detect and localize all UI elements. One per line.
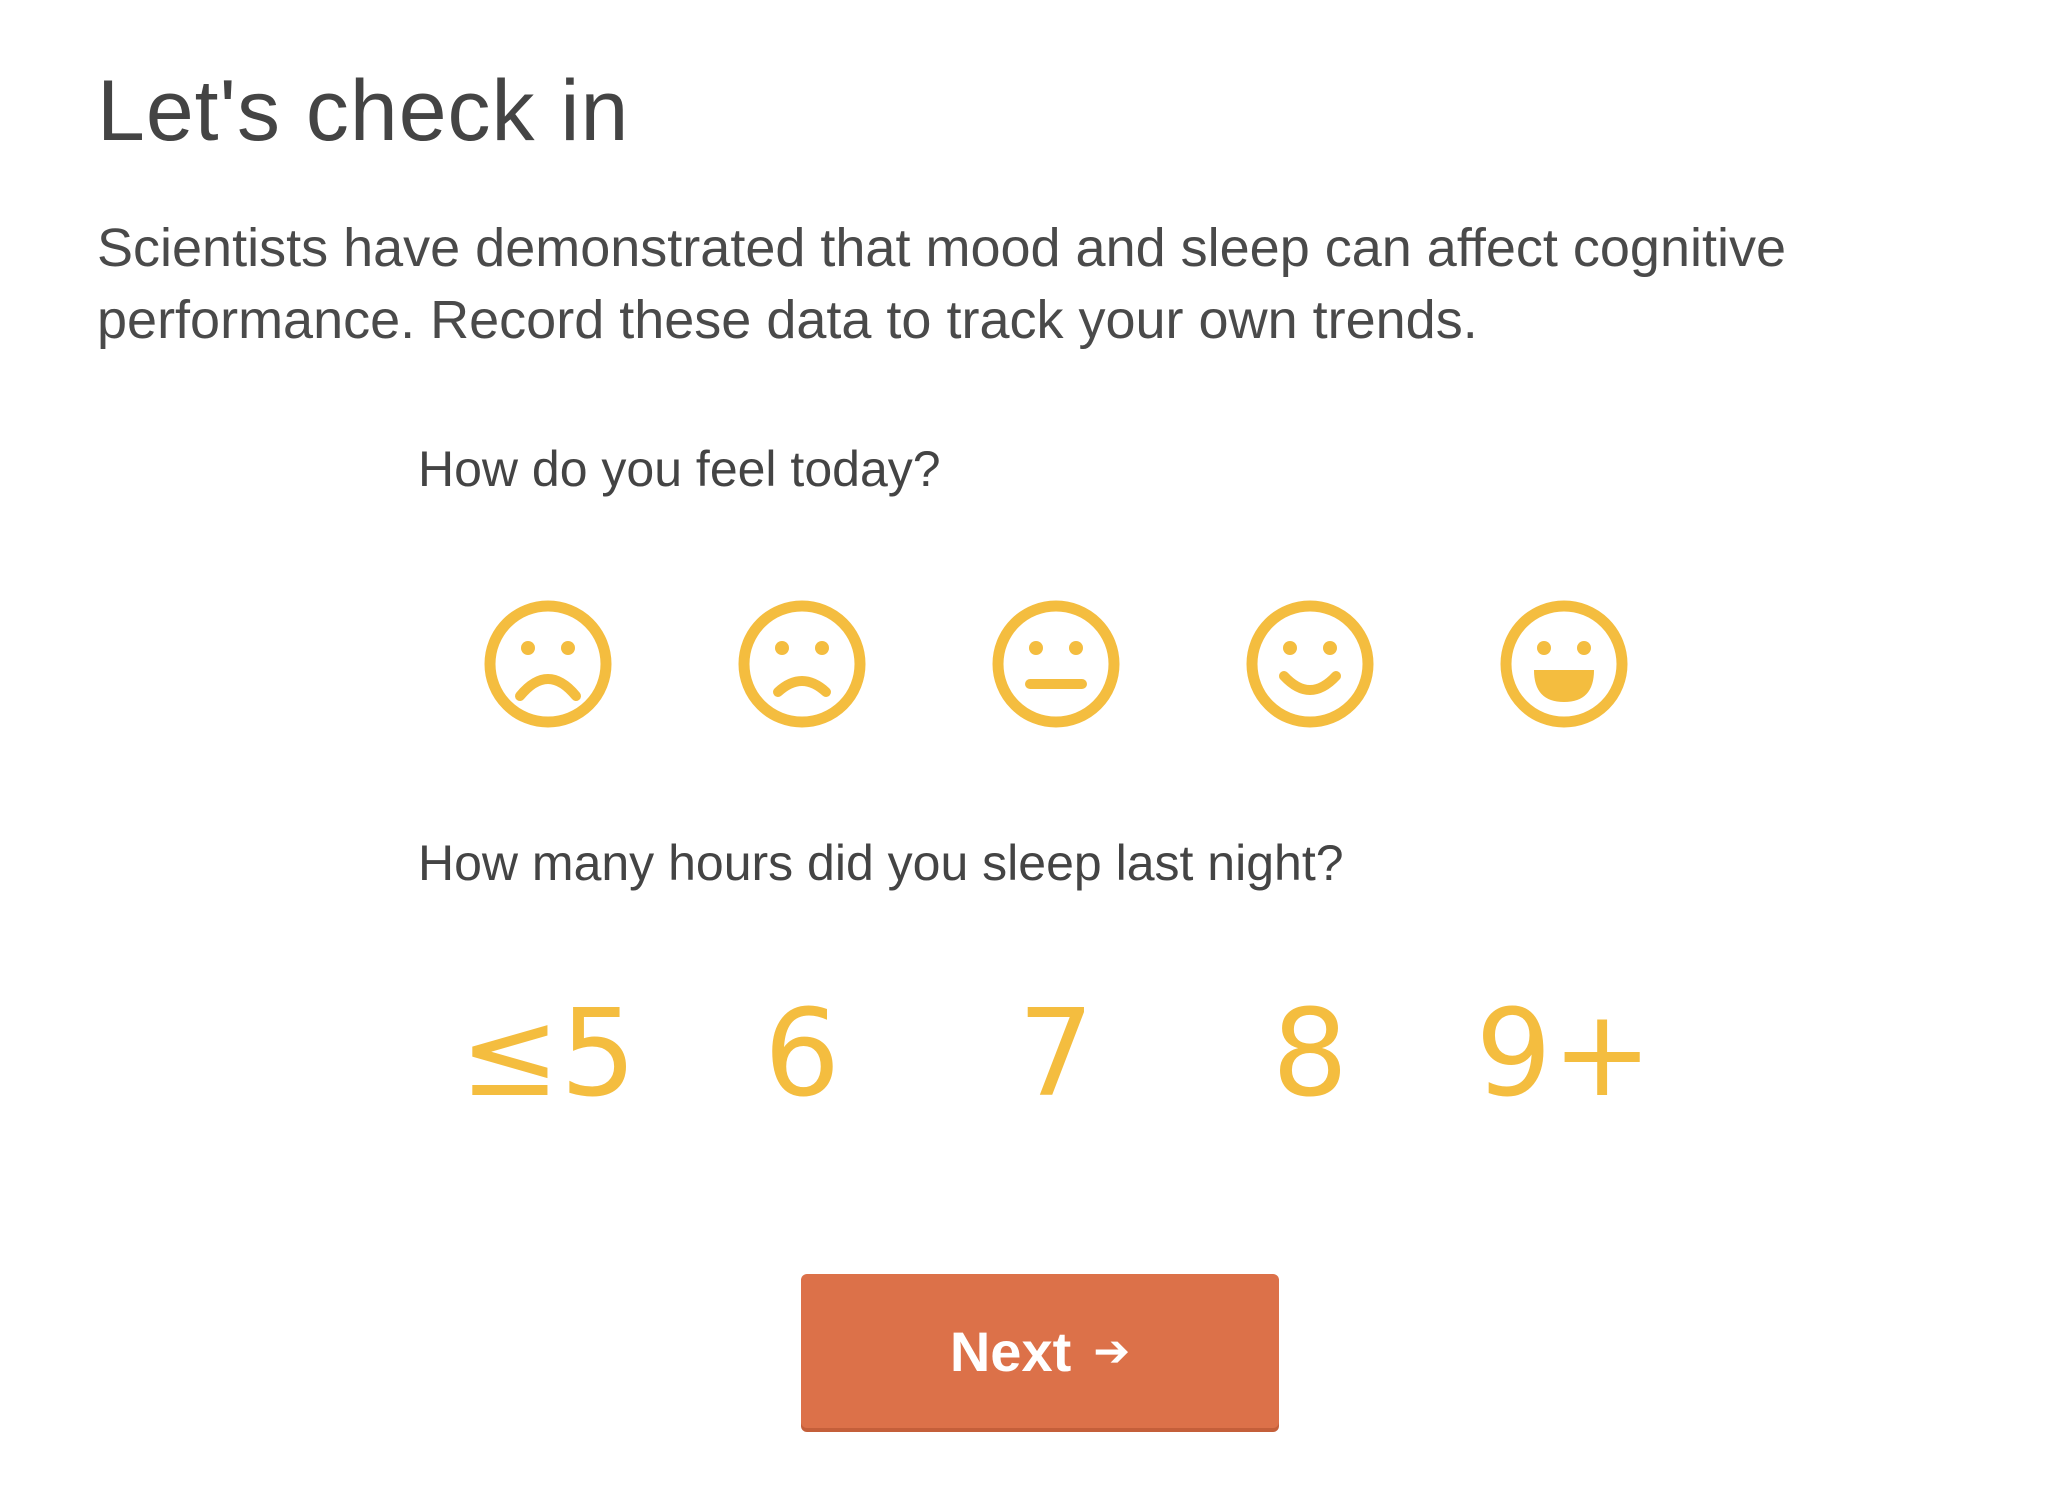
smile-face-icon (1246, 600, 1374, 728)
mood-question: How do you feel today? (418, 441, 941, 497)
mood-option-neutral[interactable] (990, 598, 1122, 730)
sad-face-icon (738, 600, 866, 728)
check-in-page: Let's check in Scientists have demonstra… (0, 0, 2056, 1494)
sleep-option-9-plus[interactable]: 9+ (1464, 990, 1664, 1120)
arrow-right-icon: ➔ (1093, 1325, 1131, 1377)
sleep-question: How many hours did you sleep last night? (418, 835, 1344, 891)
sleep-option-5-or-less[interactable]: ≤5 (448, 990, 648, 1120)
sleep-option-7[interactable]: 7 (956, 990, 1156, 1120)
next-button[interactable]: Next ➔ (801, 1274, 1279, 1428)
mood-options (0, 598, 2056, 730)
mood-option-sad[interactable] (736, 598, 868, 730)
sleep-option-6[interactable]: 6 (702, 990, 902, 1120)
mood-option-very-sad[interactable] (482, 598, 614, 730)
sleep-option-8[interactable]: 8 (1210, 990, 1410, 1120)
very-sad-face-icon (484, 600, 612, 728)
next-button-label: Next (949, 1319, 1072, 1383)
mood-option-happy[interactable] (1244, 598, 1376, 730)
neutral-face-icon (992, 600, 1120, 728)
mood-option-very-happy[interactable] (1498, 598, 1630, 730)
page-title: Let's check in (97, 63, 630, 159)
grin-face-icon (1500, 600, 1628, 728)
intro-text: Scientists have demonstrated that mood a… (97, 218, 1787, 350)
sleep-options: ≤5 6 7 8 9+ (0, 990, 2056, 1120)
